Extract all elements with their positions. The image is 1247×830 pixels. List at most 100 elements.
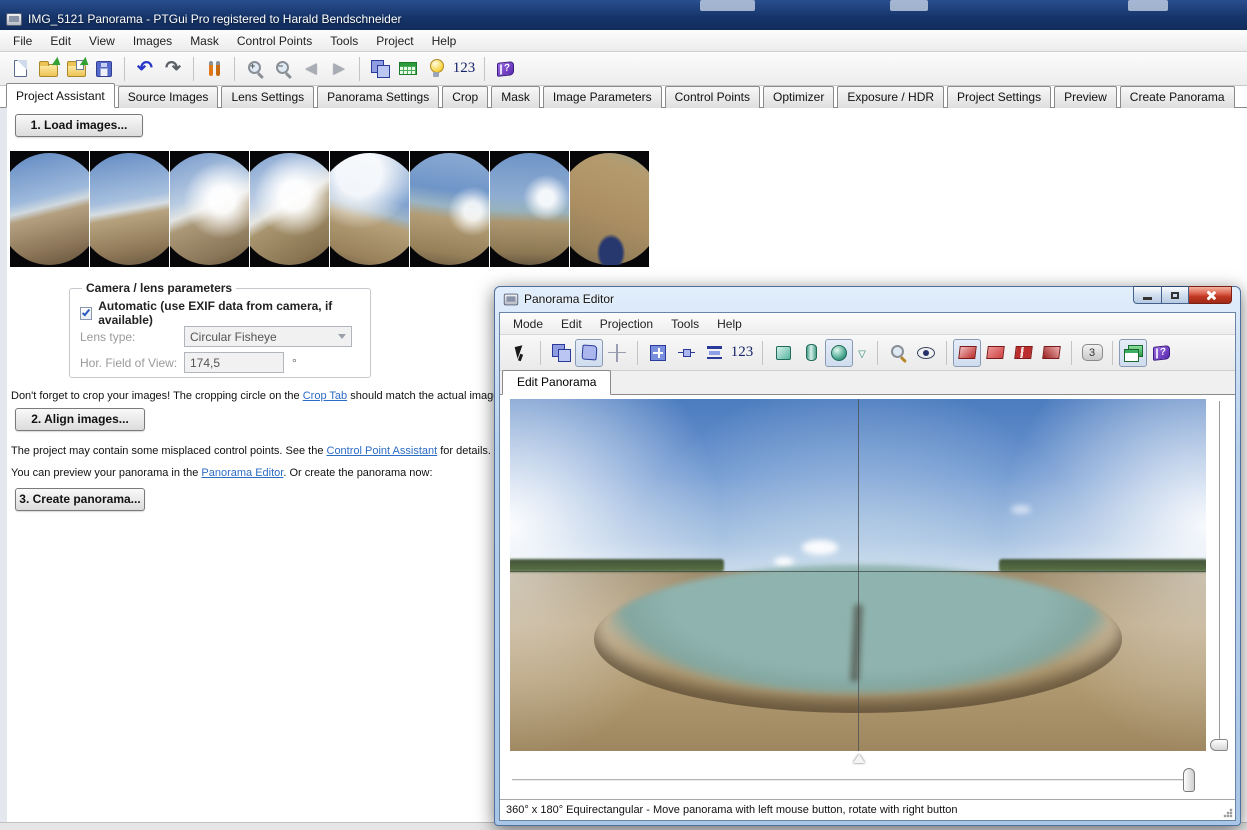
menu-help[interactable]: Help — [423, 31, 466, 51]
stack-windows-button[interactable] — [1119, 339, 1147, 367]
fisheye-thumbnail-1[interactable] — [10, 151, 89, 267]
options-button[interactable] — [200, 55, 228, 83]
pe-menu-help[interactable]: Help — [708, 314, 751, 334]
minimize-button[interactable] — [1133, 286, 1162, 304]
pe-numeric-transform-button[interactable]: 123 — [728, 339, 756, 367]
pitch-slider-handle[interactable] — [1210, 739, 1228, 751]
pe-menu-edit[interactable]: Edit — [552, 314, 591, 334]
zoom-slider-track[interactable] — [512, 779, 1187, 781]
undo-button[interactable] — [131, 55, 159, 83]
create-panorama-button[interactable]: 3. Create panorama... — [15, 488, 145, 511]
panorama-editor-tabrow: Edit Panorama — [500, 371, 1235, 395]
tab-mask[interactable]: Mask — [491, 86, 540, 108]
panorama-editor-link[interactable]: Panorama Editor — [201, 467, 283, 479]
resize-grip[interactable] — [1223, 808, 1233, 818]
menu-tools[interactable]: Tools — [321, 31, 367, 51]
show-panorama-outline-button[interactable] — [575, 339, 603, 367]
zoom-out-button[interactable]: − — [269, 55, 297, 83]
tab-crop[interactable]: Crop — [442, 86, 488, 108]
align-images-button[interactable]: 2. Align images... — [15, 408, 145, 431]
save-project-button[interactable] — [90, 55, 118, 83]
tab-exposure-hdr[interactable]: Exposure / HDR — [837, 86, 944, 108]
main-titlebar[interactable]: IMG_5121 Panorama - PTGui Pro registered… — [0, 0, 1247, 30]
menu-view[interactable]: View — [80, 31, 124, 51]
assistant-button[interactable] — [422, 55, 450, 83]
show-images-button[interactable] — [547, 339, 575, 367]
menu-control-points[interactable]: Control Points — [228, 31, 321, 51]
fisheye-thumbnail-7[interactable] — [490, 151, 569, 267]
lens-type-select[interactable]: Circular Fisheye — [184, 326, 352, 347]
tab-image-parameters[interactable]: Image Parameters — [543, 86, 662, 108]
detail-viewer-button[interactable] — [394, 55, 422, 83]
crop-tab-link[interactable]: Crop Tab — [303, 390, 347, 402]
toolbar-separator — [762, 341, 763, 365]
tab-optimizer[interactable]: Optimizer — [763, 86, 834, 108]
processor-count-button[interactable]: 3 — [1078, 339, 1106, 367]
close-icon — [1205, 290, 1216, 301]
edit-mode-1-button[interactable] — [953, 339, 981, 367]
menu-mask[interactable]: Mask — [181, 31, 228, 51]
tab-project-settings[interactable]: Project Settings — [947, 86, 1051, 108]
numeric-transform-button[interactable]: 123 — [450, 55, 478, 83]
maximize-button[interactable] — [1162, 286, 1189, 304]
tab-source-images[interactable]: Source Images — [118, 86, 219, 108]
edit-mode-2-button[interactable] — [981, 339, 1009, 367]
select-cursor-button[interactable] — [506, 339, 534, 367]
open-project-button[interactable] — [34, 55, 62, 83]
panorama-editor-window[interactable]: Panorama Editor Mode Edit Projection Too… — [494, 286, 1241, 826]
fisheye-thumbnail-5[interactable] — [330, 151, 409, 267]
fov-input[interactable]: 174,5 — [184, 352, 284, 373]
redo-button[interactable] — [159, 55, 187, 83]
help-button[interactable] — [491, 55, 519, 83]
new-project-button[interactable] — [6, 55, 34, 83]
menu-edit[interactable]: Edit — [41, 31, 80, 51]
panorama-preview-image[interactable] — [510, 399, 1206, 751]
pe-menu-tools[interactable]: Tools — [662, 314, 708, 334]
fisheye-thumbnail-2[interactable] — [90, 151, 169, 267]
center-panorama-button[interactable] — [672, 339, 700, 367]
tab-project-assistant[interactable]: Project Assistant — [6, 83, 115, 108]
close-button[interactable] — [1189, 286, 1232, 304]
tab-create-panorama[interactable]: Create Panorama — [1120, 86, 1235, 108]
pe-menu-mode[interactable]: Mode — [504, 314, 552, 334]
load-images-button[interactable]: 1. Load images... — [15, 114, 143, 137]
fisheye-thumbnail-4[interactable] — [250, 151, 329, 267]
show-grid-button[interactable] — [603, 339, 631, 367]
menu-file[interactable]: File — [4, 31, 41, 51]
menu-images[interactable]: Images — [124, 31, 181, 51]
equirectangular-projection-button[interactable] — [825, 339, 853, 367]
fisheye-thumbnail-3[interactable] — [170, 151, 249, 267]
add-images-button[interactable] — [62, 55, 90, 83]
fisheye-thumbnail-8[interactable] — [570, 151, 649, 267]
tab-control-points[interactable]: Control Points — [665, 86, 760, 108]
cylindrical-projection-button[interactable] — [797, 339, 825, 367]
edit-mode-4-button[interactable] — [1037, 339, 1065, 367]
fit-panorama-button[interactable] — [644, 339, 672, 367]
rectilinear-projection-button[interactable] — [769, 339, 797, 367]
zoom-in-button[interactable]: + — [241, 55, 269, 83]
preview-visibility-button[interactable] — [912, 339, 940, 367]
pe-zoom-button[interactable] — [884, 339, 912, 367]
fit-vertical-button[interactable] — [700, 339, 728, 367]
screen: IMG_5121 Panorama - PTGui Pro registered… — [0, 0, 1247, 830]
automatic-exif-checkbox[interactable] — [80, 307, 92, 320]
control-point-assistant-link[interactable]: Control Point Assistant — [327, 445, 438, 457]
pe-help-button[interactable] — [1147, 339, 1175, 367]
fisheye-thumbnail-6[interactable] — [410, 151, 489, 267]
pe-menu-projection[interactable]: Projection — [591, 314, 662, 334]
yaw-marker-triangle[interactable] — [853, 754, 865, 763]
tab-preview[interactable]: Preview — [1054, 86, 1117, 108]
panorama-editor-button[interactable] — [366, 55, 394, 83]
next-image-button[interactable] — [325, 55, 353, 83]
tab-edit-panorama[interactable]: Edit Panorama — [502, 370, 611, 395]
menu-project[interactable]: Project — [367, 31, 422, 51]
projection-dropdown-button[interactable] — [853, 339, 871, 367]
pitch-slider-track[interactable] — [1219, 401, 1220, 747]
panorama-editor-titlebar[interactable]: Panorama Editor — [503, 292, 614, 306]
center-vertical-line — [858, 399, 859, 751]
previous-image-button[interactable] — [297, 55, 325, 83]
tab-panorama-settings[interactable]: Panorama Settings — [317, 86, 439, 108]
edit-mode-3-button[interactable] — [1009, 339, 1037, 367]
zoom-slider-handle[interactable] — [1183, 768, 1195, 792]
tab-lens-settings[interactable]: Lens Settings — [221, 86, 314, 108]
